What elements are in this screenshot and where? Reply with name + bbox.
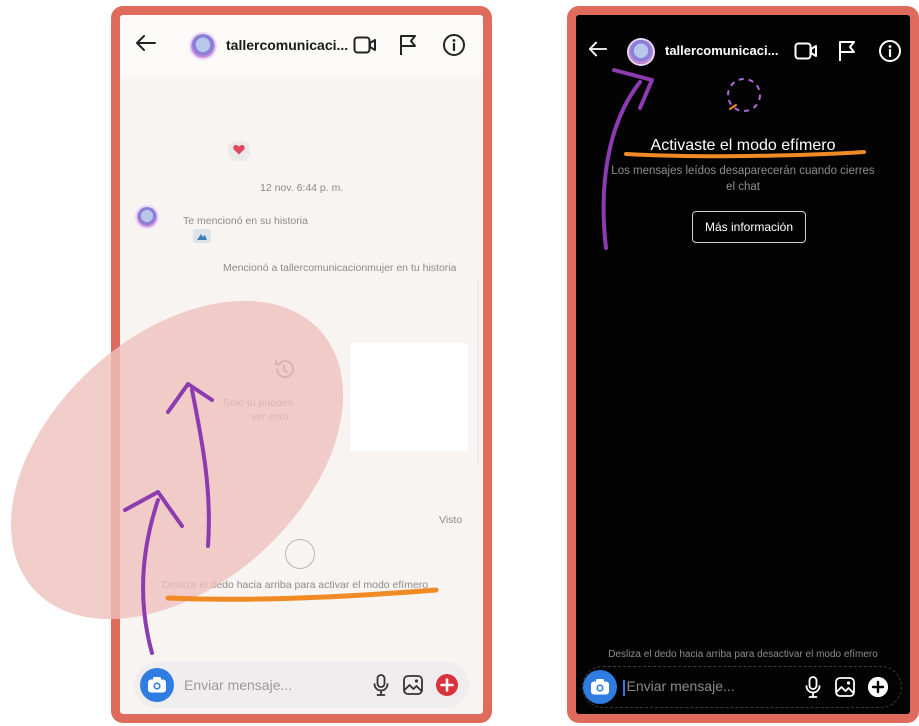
avatar[interactable] xyxy=(629,40,653,64)
mentioned-notice: Mencionó a tallercomunicacionmujer en tu… xyxy=(223,262,457,274)
vanish-mode-description-1: Los mensajes leídos desaparecerán cuando… xyxy=(611,165,875,177)
back-arrow-icon[interactable] xyxy=(134,31,158,55)
message-input[interactable]: Enviar mensaje... xyxy=(184,677,373,693)
gallery-icon[interactable] xyxy=(835,677,855,697)
chat-username[interactable]: tallercomunicaci... xyxy=(665,43,778,58)
message-input[interactable]: Enviar mensaje... xyxy=(623,678,805,696)
plus-circle-icon[interactable] xyxy=(435,673,459,697)
video-call-icon[interactable] xyxy=(794,41,818,61)
message-composer: Enviar mensaje... xyxy=(134,662,469,708)
gallery-icon[interactable] xyxy=(403,675,423,695)
swipe-hint: Desliza el dedo hacia arriba para activa… xyxy=(162,579,429,591)
mention-notice: Te mencionó en su historia xyxy=(183,215,308,227)
vanish-mode-description-2: el chat xyxy=(726,181,760,193)
chat-username[interactable]: tallercomunicaci... xyxy=(226,37,348,53)
screenshot-canvas: tallercomunicaci... 12 nov. 6:44 p. m. T… xyxy=(0,0,919,726)
history-icon xyxy=(272,357,296,386)
message-composer: Enviar mensaje... xyxy=(582,666,902,708)
more-info-button[interactable]: Más información xyxy=(692,211,806,243)
heart-icon xyxy=(233,142,245,160)
sender-avatar xyxy=(137,207,157,227)
plus-circle-icon[interactable] xyxy=(867,676,889,698)
message-list: 12 nov. 6:44 p. m. Te mencionó en su his… xyxy=(120,77,483,714)
camera-icon xyxy=(148,677,166,693)
flag-icon[interactable] xyxy=(398,34,418,56)
message-date: 12 nov. 6:44 p. m. xyxy=(260,182,344,194)
microphone-icon[interactable] xyxy=(805,676,821,698)
info-icon[interactable] xyxy=(442,33,466,57)
vanish-mode-icon xyxy=(724,75,764,120)
only-you-line-2: ver esto. xyxy=(251,411,292,423)
camera-button[interactable] xyxy=(583,670,617,704)
video-call-icon[interactable] xyxy=(353,35,377,55)
message-input-placeholder: Enviar mensaje... xyxy=(626,678,735,695)
swipe-hint: Desliza el dedo hacia arriba para desact… xyxy=(608,649,878,660)
back-arrow-icon[interactable] xyxy=(587,38,609,60)
flag-icon[interactable] xyxy=(837,40,857,62)
seen-status: Visto xyxy=(439,514,463,526)
heart-reaction xyxy=(228,141,250,161)
chat-header: tallercomunicaci... xyxy=(576,15,910,77)
chat-divider xyxy=(477,282,479,462)
microphone-icon[interactable] xyxy=(373,674,389,696)
story-thumbnail[interactable] xyxy=(193,229,211,243)
camera-icon xyxy=(591,679,609,695)
vanish-mode-title: Activaste el modo efímero xyxy=(650,137,836,154)
light-chat-screen: tallercomunicaci... 12 nov. 6:44 p. m. T… xyxy=(111,6,492,723)
camera-button[interactable] xyxy=(140,668,174,702)
info-icon[interactable] xyxy=(878,39,902,63)
dark-chat-screen: tallercomunicaci... Activaste el modo ef… xyxy=(567,6,919,723)
chat-header: tallercomunicaci... xyxy=(120,15,483,77)
only-you-line-1: Solo tú puedes xyxy=(223,397,294,409)
avatar[interactable] xyxy=(191,34,215,58)
hidden-story-card xyxy=(350,343,468,451)
swipe-indicator xyxy=(285,539,315,569)
